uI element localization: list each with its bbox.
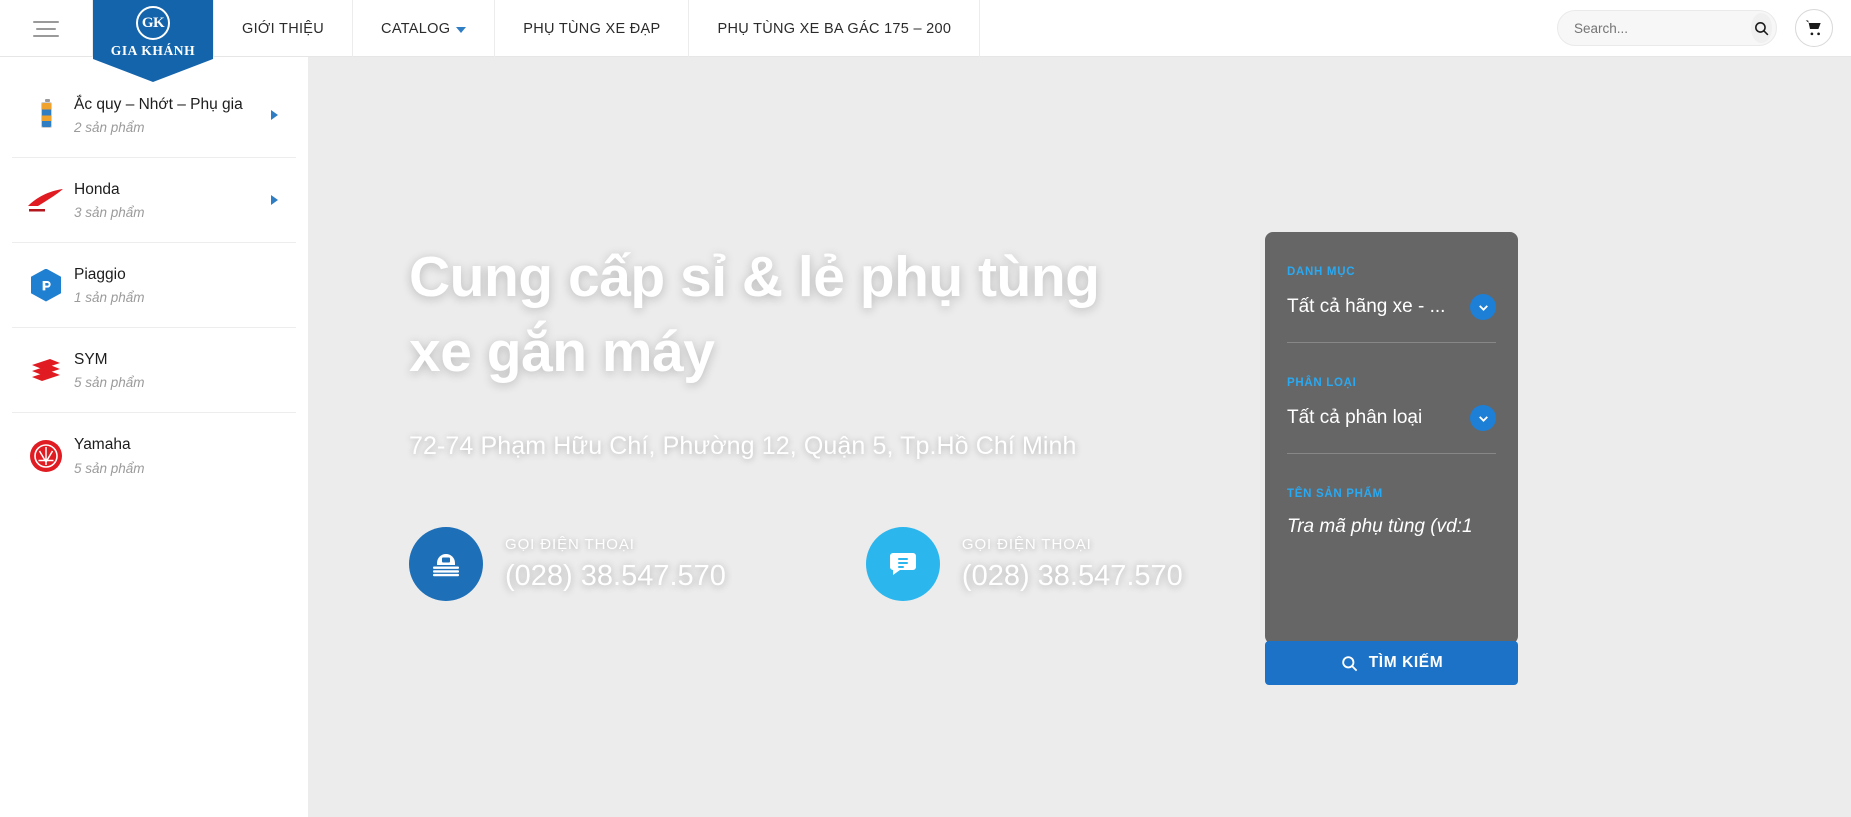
telephone-icon [433,554,459,577]
product-name-input[interactable]: Tra mã phụ tùng (vd:1 [1287,516,1496,538]
field-value: Tất cả phân loại [1287,407,1423,428]
chat-bubble-icon [889,553,916,576]
field-ten-san-pham: TÊN SẢN PHẨM Tra mã phụ tùng (vd:1 [1287,454,1496,560]
shopping-cart-icon [1805,20,1821,36]
sidebar-item-title: SYM [74,350,108,368]
cart-button[interactable] [1795,9,1833,47]
sidebar-item-title: Ắc quy – Nhớt – Phụ gia [74,95,243,113]
field-control[interactable]: Tra mã phụ tùng (vd:1 [1287,516,1496,538]
piaggio-icon [24,265,68,305]
sidebar-item-texts: Ắc quy – Nhớt – Phụ gia 2 sản phẩm [68,95,271,135]
gk-monogram-icon: GK [136,6,170,40]
search-input[interactable] [1574,20,1751,36]
hamburger-line [33,34,59,37]
field-control[interactable]: Tất cả hãng xe - ... [1287,294,1496,320]
sidebar-item-ac-quy[interactable]: Ắc quy – Nhớt – Phụ gia 2 sản phẩm [12,73,296,158]
sidebar-item-piaggio[interactable]: Piaggio 1 sản phẩm [12,243,296,328]
header-search-box[interactable] [1557,10,1777,46]
chevron-down-icon [456,26,467,33]
nav-label: PHỤ TÙNG XE BA GÁC 175 – 200 [717,20,952,37]
contact-label: GỌI ĐIỆN THOẠI [505,535,635,553]
field-value: Tất cả hãng xe - ... [1287,296,1446,317]
page-root: GK GIA KHÁNH GIỚI THIỆU CATALOG PHỤ TÙNG… [0,0,1851,817]
sidebar-item-count: 5 sản phẩm [74,460,145,476]
search-icon [1341,655,1357,671]
chevron-right-icon[interactable] [271,195,278,205]
field-label: PHÂN LOẠI [1287,377,1357,389]
contact-texts: GỌI ĐIỆN THOẠI (028) 38.547.570 [505,536,726,593]
contact-number: (028) 38.547.570 [505,559,726,592]
hero-content: Cung cấp sỉ & lẻ phụ tùng xe gắn máy 72-… [330,110,1851,602]
contact-texts: GỌI ĐIỆN THOẠI (028) 38.547.570 [962,536,1183,593]
chat-bubble-icon-circle [865,527,940,602]
sidebar-item-count: 5 sản phẩm [74,375,145,391]
search-submit-icon-button[interactable] [1751,13,1772,43]
nav-item-phu-tung-xe-ba-gac[interactable]: PHỤ TÙNG XE BA GÁC 175 – 200 [689,0,981,57]
nav-item-gioi-thieu[interactable]: GIỚI THIỆU [213,0,354,57]
chevron-down-icon[interactable] [1470,405,1496,431]
telephone-icon-circle [409,527,483,602]
logo-brand-name: GIA KHÁNH [110,43,196,58]
sidebar-item-count: 1 sản phẩm [74,290,145,306]
sidebar-item-sym[interactable]: SYM 5 sản phẩm [12,328,296,413]
contact-label: GỌI ĐIỆN THOẠI [961,535,1092,553]
nav-label: PHỤ TÙNG XE ĐẠP [523,20,661,37]
nav-label: CATALOG [381,20,451,37]
sidebar-item-title: Piaggio [74,265,126,283]
honda-wing-icon [24,180,68,220]
field-control[interactable]: Tất cả phân loại [1287,405,1496,431]
field-danh-muc: DANH MỤC Tất cả hãng xe - ... [1287,232,1496,343]
logo-container: GK GIA KHÁNH [93,0,213,82]
sidebar-item-yamaha[interactable]: Yamaha 5 sản phẩm [12,413,296,498]
nav-item-catalog[interactable]: CATALOG [353,0,496,57]
category-sidebar: Ắc quy – Nhớt – Phụ gia 2 sản phẩm Honda… [0,57,309,817]
hamburger-menu-icon[interactable] [0,0,93,57]
top-navigation-bar: GK GIA KHÁNH GIỚI THIỆU CATALOG PHỤ TÙNG… [0,0,1851,82]
nav-label: GIỚI THIỆU [242,20,325,37]
chevron-down-icon[interactable] [1470,294,1496,320]
sidebar-item-title: Honda [74,180,120,198]
sidebar-item-texts: SYM 5 sản phẩm [68,350,278,390]
contact-number: (028) 38.547.570 [961,559,1183,592]
contact-phone[interactable]: GỌI ĐIỆN THOẠI (028) 38.547.570 [409,527,726,602]
top-bar-actions [1557,0,1851,56]
search-submit-label: TÌM KIẾM [1368,654,1444,671]
hero-contacts: GỌI ĐIỆN THOẠI (028) 38.547.570 GỌI ĐIỆN… [409,527,1851,602]
main-nav: GIỚI THIỆU CATALOG PHỤ TÙNG XE ĐẠP PHỤ T… [213,0,981,57]
hamburger-line [33,20,59,23]
hamburger-line [36,27,56,30]
search-icon [1755,21,1769,35]
sym-icon [24,350,68,390]
sidebar-item-texts: Yamaha 5 sản phẩm [68,435,278,475]
sidebar-item-title: Yamaha [74,436,131,454]
sidebar-item-texts: Piaggio 1 sản phẩm [68,265,278,305]
nav-item-phu-tung-xe-dap[interactable]: PHỤ TÙNG XE ĐẠP [495,0,690,57]
hero-address: 72-74 Phạm Hữu Chí, Phường 12, Quận 5, T… [409,432,1077,461]
contact-chat[interactable]: GỌI ĐIỆN THOẠI (028) 38.547.570 [865,527,1183,602]
chevron-right-icon[interactable] [271,110,278,120]
hero-title: Cung cấp sỉ & lẻ phụ tùng xe gắn máy [409,240,1169,390]
sidebar-item-count: 3 sản phẩm [74,205,145,221]
field-label: DANH MỤC [1287,266,1356,278]
yamaha-tuning-fork-icon [24,436,68,476]
field-label: TÊN SẢN PHẨM [1287,488,1383,500]
sidebar-item-texts: Honda 3 sản phẩm [68,180,271,220]
hero-title-line-2: xe gắn máy [409,320,715,385]
search-submit-button[interactable]: TÌM KIẾM [1265,641,1518,685]
product-search-panel: DANH MỤC Tất cả hãng xe - ... PHÂN LOẠI … [1265,232,1518,644]
sidebar-item-count: 2 sản phẩm [74,120,145,136]
sidebar-item-honda[interactable]: Honda 3 sản phẩm [12,158,296,243]
hero-title-line-1: Cung cấp sỉ & lẻ phụ tùng [409,245,1100,309]
field-phan-loai: PHÂN LOẠI Tất cả phân loại [1287,343,1496,454]
battery-icon [24,95,68,135]
